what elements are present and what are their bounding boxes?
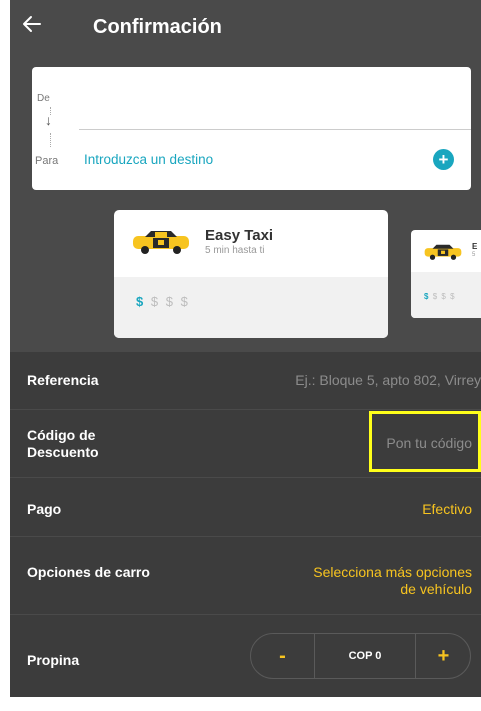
price-symbol: $ xyxy=(136,294,146,309)
price-symbol: $ xyxy=(441,292,447,301)
payment-row[interactable]: Pago Efectivo xyxy=(10,478,481,537)
route-dots-bottom xyxy=(50,133,51,147)
price-symbol: $ xyxy=(180,294,190,309)
price-symbol: $ xyxy=(150,294,161,309)
tip-label: Propina xyxy=(27,652,80,668)
add-destination-plus-icon[interactable]: + xyxy=(433,149,454,170)
taxi-eta: 5 min hasta ti xyxy=(205,245,265,256)
page-title: Confirmación xyxy=(93,16,222,38)
taxi-name-2: E xyxy=(472,242,478,251)
reference-row[interactable]: Referencia Ej.: Bloque 5, apto 802, Virr… xyxy=(10,352,481,410)
discount-label-line1: Código de xyxy=(27,427,96,443)
car-options-value[interactable]: Selecciona más opciones de vehículo xyxy=(313,564,472,598)
app-screen: Confirmación De ↓ Para Introduzca un des… xyxy=(0,0,481,711)
origin-label: De xyxy=(37,93,50,104)
car-options-value-line2: de vehículo xyxy=(400,581,472,597)
price-symbol: $ xyxy=(424,292,430,301)
tip-increase-button[interactable]: + xyxy=(416,634,471,678)
arrow-down-icon: ↓ xyxy=(45,112,52,128)
price-level-2: $ $ $ $ xyxy=(424,292,456,301)
taxi-eta-2: 5 xyxy=(472,252,476,258)
payment-label: Pago xyxy=(27,501,62,517)
price-level: $ $ $ $ xyxy=(136,294,190,309)
taxi-option-card-2[interactable]: E 5 $ $ $ $ xyxy=(411,230,481,318)
tip-decrease-button[interactable]: - xyxy=(251,634,314,678)
payment-method-value[interactable]: Efectivo xyxy=(422,501,472,518)
car-options-value-line1: Selecciona más opciones xyxy=(313,564,472,580)
discount-label-line2: Descuento xyxy=(27,444,99,460)
route-divider xyxy=(79,129,471,130)
tip-stepper: - COP 0 + xyxy=(250,633,471,679)
car-options-row[interactable]: Opciones de carro Selecciona más opcione… xyxy=(10,537,481,615)
car-options-label: Opciones de carro xyxy=(27,564,150,580)
price-symbol: $ xyxy=(450,292,456,301)
destination-input[interactable]: Introduzca un destino xyxy=(84,152,213,167)
reference-input[interactable]: Ej.: Bloque 5, apto 802, Virrey xyxy=(295,372,481,389)
reference-label: Referencia xyxy=(27,372,99,388)
taxi-option-card[interactable]: Easy Taxi 5 min hasta ti $ $ $ $ xyxy=(114,210,388,338)
back-arrow-icon[interactable] xyxy=(20,12,48,40)
discount-code-highlight xyxy=(369,411,481,472)
price-symbol: $ xyxy=(432,292,439,301)
taxi-car-icon xyxy=(424,243,462,261)
taxi-name: Easy Taxi xyxy=(205,227,274,244)
app-header xyxy=(10,0,481,64)
tip-amount-value: COP 0 xyxy=(348,650,382,662)
discount-label: Código de Descuento xyxy=(27,427,99,461)
route-card: De ↓ Para Introduzca un destino + xyxy=(32,67,471,190)
taxi-car-icon xyxy=(132,229,190,255)
destination-label: Para xyxy=(35,155,59,167)
price-symbol: $ xyxy=(165,294,175,309)
